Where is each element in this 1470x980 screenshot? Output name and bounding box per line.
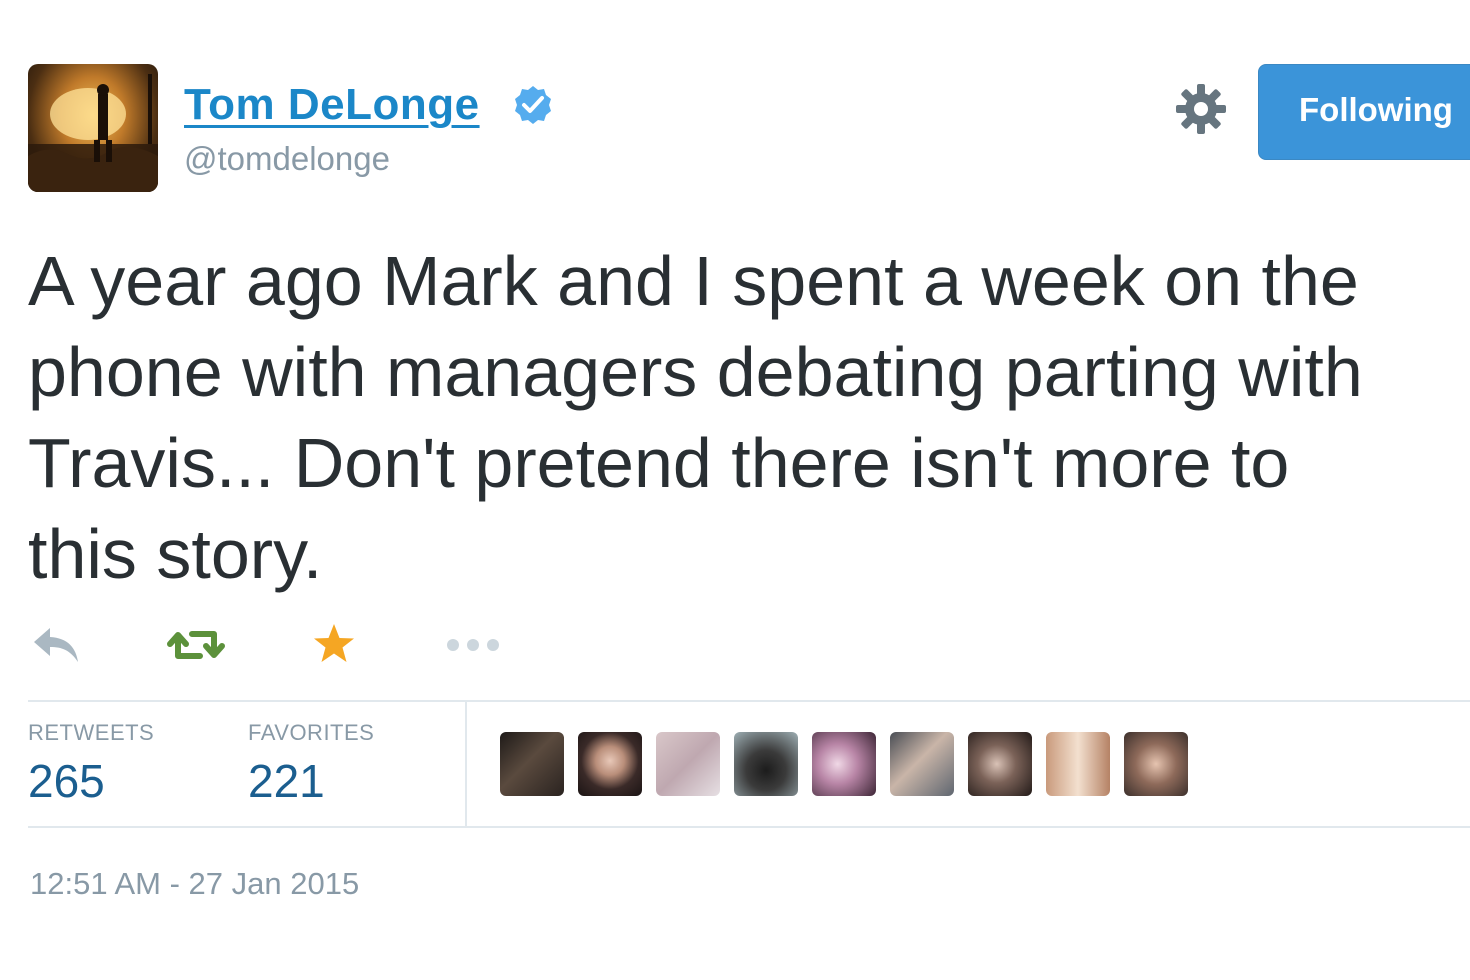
divider — [28, 700, 1470, 702]
favoriter-avatar[interactable] — [968, 732, 1032, 796]
tweet-text-line: A year ago Mark and I spent a week on th… — [28, 242, 1359, 320]
tweet-text: A year ago Mark and I spent a week on th… — [28, 236, 1470, 600]
divider — [28, 826, 1470, 828]
avatar-photo — [28, 74, 158, 192]
display-name[interactable]: Tom DeLonge — [184, 80, 480, 130]
tweet-timestamp[interactable]: 12:51 AM - 27 Jan 2015 — [30, 866, 359, 902]
favoriter-avatar[interactable] — [734, 732, 798, 796]
favoriter-avatar[interactable] — [500, 732, 564, 796]
tweet-text-line: Travis... Don't pretend there isn't more… — [28, 424, 1290, 502]
tweet-text-line: phone with managers debating parting wit… — [28, 333, 1363, 411]
favorites-label[interactable]: FAVORITES — [248, 720, 374, 746]
retweets-count[interactable]: 265 — [28, 754, 105, 808]
favoriter-avatar[interactable] — [812, 732, 876, 796]
avatar[interactable] — [28, 64, 158, 192]
favoriter-avatar[interactable] — [578, 732, 642, 796]
user-handle[interactable]: @tomdelonge — [184, 140, 390, 178]
verified-badge-icon — [515, 86, 551, 124]
reply-icon[interactable] — [30, 620, 82, 670]
gear-icon[interactable] — [1174, 82, 1228, 136]
following-button[interactable]: Following — [1258, 64, 1470, 160]
favoriter-avatar[interactable] — [890, 732, 954, 796]
divider — [465, 702, 467, 826]
tweet-text-line: this story. — [28, 515, 323, 593]
favorite-icon[interactable] — [310, 620, 358, 670]
favoriter-avatar[interactable] — [656, 732, 720, 796]
retweets-label[interactable]: RETWEETS — [28, 720, 154, 746]
more-icon[interactable] — [444, 620, 502, 670]
retweet-icon[interactable] — [166, 620, 226, 670]
favoriter-avatar[interactable] — [1124, 732, 1188, 796]
favoriter-avatar[interactable] — [1046, 732, 1110, 796]
favorites-count[interactable]: 221 — [248, 754, 325, 808]
